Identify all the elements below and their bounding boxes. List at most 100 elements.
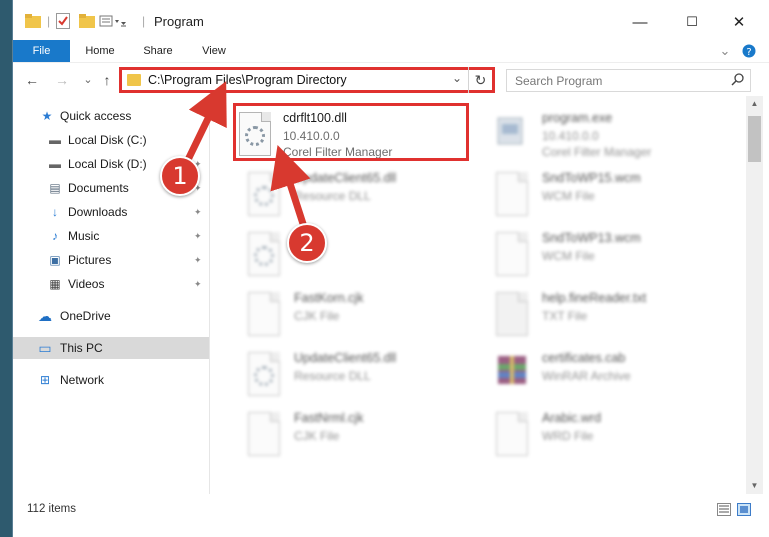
- folder-icon[interactable]: [25, 12, 41, 30]
- dll-file-icon: [248, 352, 284, 396]
- properties-icon[interactable]: [56, 12, 70, 30]
- documents-icon: ▤: [49, 181, 61, 195]
- pictures-icon: ▣: [49, 253, 61, 267]
- minimize-button[interactable]: —: [617, 8, 663, 36]
- sidebar-item-this-pc[interactable]: ▭ This PC: [13, 337, 209, 359]
- file-item[interactable]: certificates.cab WinRAR Archive: [496, 348, 736, 404]
- file-name: help.fineReader.txt: [542, 291, 647, 305]
- sidebar-item-label: Documents: [68, 181, 129, 195]
- sidebar-item-label: Downloads: [68, 205, 128, 219]
- new-folder-icon[interactable]: [79, 12, 95, 30]
- help-icon[interactable]: ?: [741, 40, 757, 62]
- expand-ribbon-icon[interactable]: ⌄: [717, 40, 733, 62]
- tab-file[interactable]: File: [13, 40, 70, 62]
- sidebar-item-label: This PC: [60, 341, 103, 355]
- file-item[interactable]: program.exe 10.410.0.0 Corel Filter Mana…: [496, 108, 736, 164]
- pin-icon[interactable]: ✦: [194, 255, 202, 266]
- search-icon: [731, 73, 744, 89]
- download-icon: ↓: [52, 205, 58, 219]
- file-item[interactable]: UpdateClient65.dll Resource DLL: [248, 348, 488, 404]
- sidebar-item-label: Local Disk (C:): [68, 133, 147, 147]
- file-name: FastNrml.cjk: [294, 411, 364, 425]
- close-button[interactable]: ✕: [716, 8, 762, 36]
- item-count: 112 items: [27, 503, 77, 515]
- sidebar-item-onedrive[interactable]: ☁ OneDrive: [13, 305, 209, 327]
- separator: |: [47, 14, 51, 28]
- forward-button[interactable]: →: [53, 71, 71, 89]
- highlight-box: [233, 103, 469, 161]
- file-name: certificates.cab: [542, 351, 626, 365]
- annotation-badge-2: 2: [287, 223, 327, 263]
- file-type: Resource DLL: [294, 369, 371, 383]
- file-item[interactable]: UpdateClient65.dll Resource DLL: [248, 168, 488, 224]
- file-icon: [496, 412, 532, 456]
- file-name: FastKorn.cjk: [294, 291, 364, 305]
- status-bar: 112 items: [13, 494, 769, 537]
- customize-toolbar-icon[interactable]: [99, 12, 127, 30]
- file-item[interactable]: help.fineReader.txt TXT File: [496, 288, 736, 344]
- file-name: Arabic.wrd: [542, 411, 602, 425]
- tab-view[interactable]: View: [193, 40, 235, 62]
- details-view-icon[interactable]: [717, 503, 731, 516]
- sidebar-item-label: Local Disk (D:): [68, 157, 147, 171]
- file-item[interactable]: FastNrml.cjk CJK File: [248, 408, 488, 464]
- separator: |: [142, 14, 146, 28]
- ribbon: File Home Share View ⌄ ?: [13, 40, 769, 62]
- file-name: SndToWP13.wcm: [542, 231, 641, 245]
- dll-file-icon: [248, 232, 284, 276]
- vertical-scrollbar[interactable]: ▲ ▼: [746, 96, 763, 494]
- file-item[interactable]: FastKorn.cjk CJK File: [248, 288, 488, 344]
- title-bar: | | Program — ☐ ✕: [13, 0, 769, 40]
- sidebar-item-pictures[interactable]: ▣ Pictures ✦: [13, 249, 209, 271]
- file-name: UpdateClient65.dll: [294, 351, 397, 365]
- file-item[interactable]: [248, 228, 488, 284]
- sidebar-item-downloads[interactable]: ↓ Downloads ✦: [13, 201, 209, 223]
- recent-locations-button[interactable]: ⌄: [79, 71, 97, 89]
- address-bar[interactable]: C:\Program Files\Program Directory ⌄ ↻: [119, 67, 495, 93]
- sidebar-item-network[interactable]: ⊞ Network: [13, 369, 209, 391]
- file-name: SndToWP15.wcm: [542, 171, 641, 185]
- disk-icon: ▬: [49, 157, 61, 171]
- file-item[interactable]: Arabic.wrd WRD File: [496, 408, 736, 464]
- archive-file-icon: [496, 352, 532, 396]
- pin-icon[interactable]: ✦: [194, 279, 202, 290]
- sidebar-item-label: Pictures: [68, 253, 112, 267]
- back-button[interactable]: ←: [23, 71, 41, 89]
- sidebar-item-quick-access[interactable]: ★ Quick access: [13, 105, 209, 127]
- pin-icon[interactable]: ✦: [194, 207, 202, 218]
- sidebar-item-local-disk-c[interactable]: ▬ Local Disk (C:): [13, 129, 209, 151]
- file-icon: [496, 232, 532, 276]
- file-item[interactable]: SndToWP13.wcm WCM File: [496, 228, 736, 284]
- address-dropdown-icon[interactable]: ⌄: [452, 71, 462, 85]
- sidebar-item-label: OneDrive: [60, 309, 111, 323]
- navigation-bar: ← → ⌄ ↑ C:\Program Files\Program Directo…: [13, 62, 769, 96]
- annotation-badge-1: 1: [160, 156, 200, 196]
- window-title: Program: [154, 14, 204, 29]
- tab-home[interactable]: Home: [77, 40, 123, 62]
- file-icon: [248, 292, 284, 336]
- file-type: WCM File: [542, 249, 595, 263]
- sidebar-item-label: Network: [60, 373, 105, 387]
- address-path[interactable]: C:\Program Files\Program Directory: [148, 73, 347, 87]
- cloud-icon: ☁: [38, 307, 52, 324]
- pin-icon[interactable]: ✦: [194, 231, 202, 242]
- file-item[interactable]: SndToWP15.wcm WCM File: [496, 168, 736, 224]
- network-icon: ⊞: [39, 373, 51, 387]
- search-input[interactable]: Search Program: [506, 69, 751, 92]
- scroll-up-arrow-icon[interactable]: ▲: [746, 96, 763, 112]
- sidebar-item-videos[interactable]: ▦ Videos ✦: [13, 273, 209, 295]
- file-icon: [248, 412, 284, 456]
- maximize-button[interactable]: ☐: [669, 8, 715, 36]
- file-version: 10.410.0.0: [542, 129, 599, 143]
- refresh-button[interactable]: ↻: [468, 67, 492, 93]
- sidebar-item-music[interactable]: ♪ Music ✦: [13, 225, 209, 247]
- scroll-thumb[interactable]: [748, 116, 761, 162]
- sidebar-item-label: Music: [68, 229, 100, 243]
- large-icons-view-icon[interactable]: [737, 503, 751, 516]
- videos-icon: ▦: [49, 277, 61, 291]
- up-button[interactable]: ↑: [98, 71, 116, 89]
- scroll-down-arrow-icon[interactable]: ▼: [746, 478, 763, 494]
- file-type: WRD File: [542, 429, 594, 443]
- file-name: UpdateClient65.dll: [294, 171, 397, 185]
- tab-share[interactable]: Share: [135, 40, 181, 62]
